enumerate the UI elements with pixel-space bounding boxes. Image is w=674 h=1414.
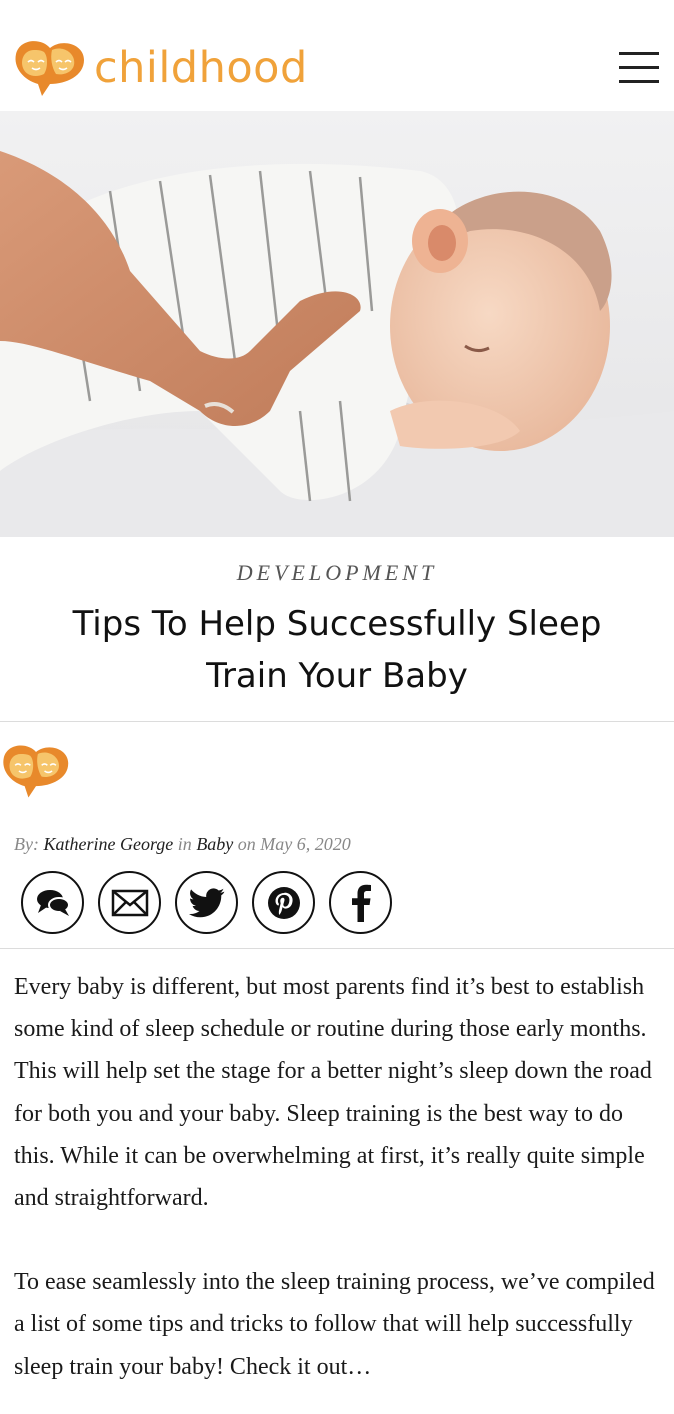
divider — [0, 721, 674, 722]
article-paragraph: Every baby is different, but most parent… — [14, 974, 652, 1212]
comment-button[interactable] — [21, 871, 84, 934]
hamburger-line — [619, 66, 659, 69]
childhood-logo-icon — [15, 41, 84, 96]
article-category[interactable]: DEVELOPMENT — [0, 560, 674, 586]
hero-image — [0, 111, 674, 537]
site-logo-text: childhood — [94, 42, 308, 93]
site-header: childhood — [0, 0, 674, 111]
article-body: Every baby is different, but most parent… — [14, 966, 664, 1414]
article-byline: By: Katherine George in Baby on May 6, 2… — [14, 834, 351, 855]
hamburger-menu-icon — [619, 52, 659, 55]
pinterest-share-button[interactable] — [252, 871, 315, 934]
twitter-share-button[interactable] — [175, 871, 238, 934]
site-logo[interactable]: childhood — [12, 38, 308, 98]
facebook-share-button[interactable] — [329, 871, 392, 934]
email-share-button[interactable] — [98, 871, 161, 934]
author-avatar-icon — [3, 745, 69, 798]
article-title: Tips To Help Successfully Sleep Train Yo… — [72, 604, 602, 696]
comment-icon — [36, 889, 70, 916]
section-link[interactable]: Baby — [196, 834, 233, 854]
divider — [0, 948, 674, 949]
twitter-icon — [188, 887, 224, 917]
hamburger-line — [619, 80, 659, 83]
menu-button[interactable] — [615, 50, 663, 86]
pinterest-icon — [267, 886, 300, 919]
byline-on-label: on — [237, 834, 256, 854]
email-icon — [111, 889, 148, 916]
publish-date: May 6, 2020 — [260, 834, 351, 854]
sleeping-baby-photo — [0, 111, 674, 537]
facebook-icon — [351, 884, 371, 922]
byline-in-label: in — [177, 834, 192, 854]
article-paragraph: To ease seamlessly into the sleep traini… — [14, 1269, 655, 1380]
author-link[interactable]: Katherine George — [43, 834, 173, 854]
byline-by-label: By: — [14, 834, 39, 854]
share-buttons — [21, 871, 406, 935]
